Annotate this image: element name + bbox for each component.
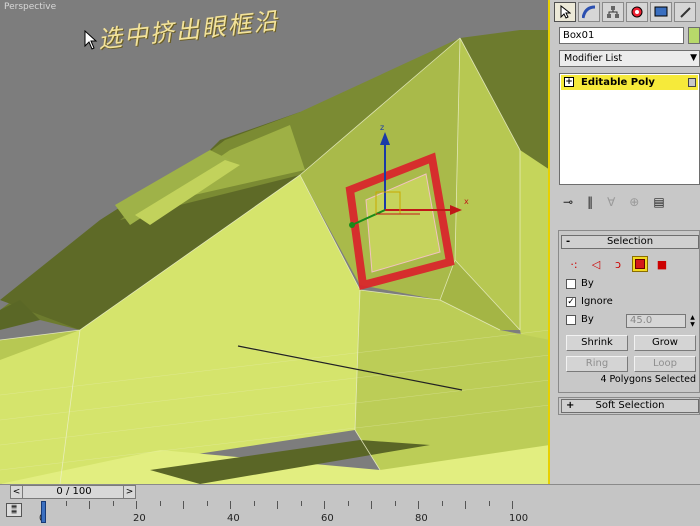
frame-tick	[136, 501, 137, 509]
by-vertex-label: By	[581, 278, 594, 289]
object-color-swatch[interactable]	[688, 27, 700, 44]
gizmo-z-label: z	[380, 123, 385, 132]
mouse-cursor-icon	[84, 30, 98, 50]
frame-tick	[277, 501, 278, 509]
time-config-icon[interactable]: ≡ ≡	[6, 503, 22, 517]
show-end-result-icon[interactable]: ‖	[587, 195, 593, 209]
edge-icon[interactable]: ◁	[588, 256, 604, 272]
angle-spinner-field[interactable]: 45.0	[626, 314, 686, 328]
grow-button[interactable]: Grow	[634, 335, 696, 351]
by-angle-label: By	[581, 314, 594, 325]
spinner-arrows-icon[interactable]: ▲ ▼	[688, 314, 697, 328]
time-bar: < 0 / 100 > ≡≡ 020406080100	[0, 484, 700, 526]
frame-ruler[interactable]: 020406080100	[39, 501, 552, 525]
stack-toolbar: ⊸ ‖ ∀ ⊕ ▤	[559, 192, 700, 212]
frame-tick	[159, 501, 161, 506]
command-panel: Box01 Modifier List ▼ + Editable Poly ⊸ …	[552, 0, 700, 484]
ignore-backfacing-label: Ignore	[581, 296, 613, 307]
utilities-tab-icon[interactable]	[674, 2, 696, 22]
ignore-backfacing-row: ✓ Ignore	[566, 296, 613, 307]
configure-modifier-sets-icon[interactable]: ▤	[653, 195, 664, 209]
frame-tick	[465, 501, 466, 509]
display-tab-icon[interactable]	[650, 2, 672, 22]
expand-plus-icon[interactable]: +	[564, 77, 574, 87]
chevron-down-icon: ▼	[690, 53, 697, 63]
command-panel-tabs	[552, 0, 700, 22]
frame-tick	[347, 501, 349, 506]
frame-tick	[371, 501, 372, 509]
frame-display: 0 / 100	[56, 486, 92, 497]
loop-button[interactable]: Loop	[634, 356, 696, 372]
frame-tick	[512, 501, 513, 509]
viewport-label[interactable]: Perspective	[4, 2, 56, 12]
frame-tick	[253, 501, 255, 506]
ignore-backfacing-checkbox[interactable]: ✓	[566, 296, 576, 307]
frame-tick	[183, 501, 184, 509]
modifier-list-label: Modifier List	[564, 53, 623, 64]
modify-tab-icon[interactable]	[578, 2, 600, 22]
frame-tick	[441, 501, 443, 506]
viewport-mesh	[0, 30, 548, 484]
frame-tick	[112, 501, 114, 506]
max-ui-root: Perspective 选中挤出眼框沿 x z Box01 Modifier L…	[0, 0, 700, 526]
polygon-icon[interactable]	[632, 256, 648, 272]
stack-item-editable-poly[interactable]: + Editable Poly	[561, 75, 698, 90]
frame-tick	[206, 501, 208, 506]
frame-tick	[300, 501, 302, 506]
selection-status: 4 Polygons Selected	[600, 374, 696, 385]
shrink-button[interactable]: Shrink	[566, 335, 628, 351]
frame-tick	[418, 501, 419, 509]
playhead[interactable]	[41, 501, 46, 523]
frame-tick-label: 20	[133, 513, 146, 524]
modifier-list-dropdown[interactable]: Modifier List ▼	[559, 50, 700, 67]
ring-button[interactable]: Ring	[566, 356, 628, 372]
frame-tick-label: 40	[227, 513, 240, 524]
frame-tick	[488, 501, 490, 506]
stack-item-label: Editable Poly	[581, 77, 655, 88]
soft-selection-rollout: + Soft Selection	[558, 397, 700, 415]
remove-modifier-icon[interactable]: ⊕	[629, 195, 639, 209]
make-unique-icon[interactable]: ∀	[607, 195, 615, 209]
by-vertex-row: By	[566, 278, 594, 289]
frame-tick	[89, 501, 90, 509]
frame-tick	[324, 501, 325, 509]
modifier-stack[interactable]: + Editable Poly	[559, 73, 700, 185]
frame-tick-label: 80	[415, 513, 428, 524]
by-angle-row: By	[566, 314, 594, 325]
vertex-icon[interactable]: ·:	[566, 256, 582, 272]
frame-tick-label: 100	[509, 513, 529, 524]
prev-frame-button[interactable]: <	[11, 486, 23, 498]
select-object-icon[interactable]	[554, 2, 576, 22]
selection-rollout-header[interactable]: - Selection	[561, 235, 699, 249]
gizmo-x-label: x	[464, 197, 469, 206]
perspective-viewport[interactable]: Perspective 选中挤出眼框沿 x z	[0, 0, 550, 484]
by-angle-checkbox[interactable]	[566, 314, 576, 325]
frame-tick-label: 60	[321, 513, 334, 524]
frame-tick	[65, 501, 67, 506]
object-name-field[interactable]: Box01	[559, 27, 684, 44]
frame-tick	[230, 501, 231, 509]
pin-stack-icon[interactable]: ⊸	[563, 195, 573, 209]
time-slider[interactable]: < 0 / 100 >	[10, 485, 136, 499]
frame-tick	[394, 501, 396, 506]
element-icon[interactable]: ■	[654, 256, 670, 272]
border-icon[interactable]: ↄ	[610, 256, 626, 272]
motion-tab-icon[interactable]	[626, 2, 648, 22]
stack-item-swatch	[688, 78, 696, 87]
soft-selection-header[interactable]: + Soft Selection	[561, 399, 699, 413]
by-vertex-checkbox[interactable]	[566, 278, 576, 289]
hierarchy-tab-icon[interactable]	[602, 2, 624, 22]
next-frame-button[interactable]: >	[123, 486, 135, 498]
subobject-mode-bar: ·: ◁ ↄ ■	[566, 256, 670, 272]
